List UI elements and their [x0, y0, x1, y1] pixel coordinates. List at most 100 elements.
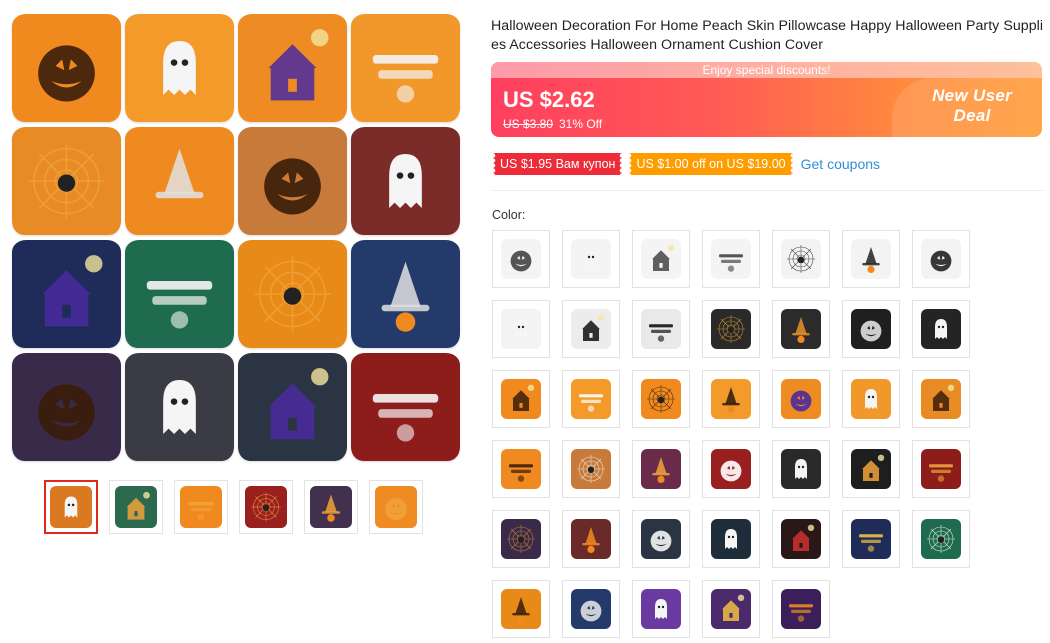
color-swatch-image [571, 519, 611, 559]
color-swatch-11[interactable] [702, 300, 760, 358]
color-swatch-image [851, 239, 891, 279]
color-swatch-21[interactable] [912, 370, 970, 428]
color-swatch-33[interactable] [772, 510, 830, 568]
color-swatch-image [781, 519, 821, 559]
color-swatch-16[interactable] [562, 370, 620, 428]
color-swatch-image [921, 519, 961, 559]
color-swatch-image [501, 239, 541, 279]
color-swatch-image [571, 239, 611, 279]
color-swatch-36[interactable] [492, 580, 550, 638]
color-swatch-grid [492, 230, 972, 638]
thumbnail-5[interactable] [304, 480, 358, 534]
coupon-badge-store[interactable]: US $1.95 Вам купон [493, 153, 623, 175]
color-swatch-14[interactable] [912, 300, 970, 358]
thumbnail-4[interactable] [239, 480, 293, 534]
collage-pillow-castle [12, 240, 121, 348]
color-swatch-8[interactable] [492, 300, 550, 358]
get-coupons-link[interactable]: Get coupons [801, 156, 880, 172]
coupon-row: US $1.95 Вам купон US $1.00 off on US $1… [493, 153, 880, 175]
collage-pillow-pumpkin-face [125, 127, 234, 235]
color-swatch-24[interactable] [632, 440, 690, 498]
color-swatch-13[interactable] [842, 300, 900, 358]
color-swatch-19[interactable] [772, 370, 830, 428]
coupon-badge-threshold[interactable]: US $1.00 off on US $19.00 [629, 153, 793, 175]
current-price: US $2.62 [503, 87, 595, 112]
color-swatch-image [781, 379, 821, 419]
color-swatch-image [781, 449, 821, 489]
color-label: Color: [492, 208, 526, 222]
collage-pillow-hand [125, 353, 234, 461]
color-swatch-image [851, 379, 891, 419]
new-user-deal-badge: New User Deal [932, 86, 1012, 126]
color-swatch-20[interactable] [842, 370, 900, 428]
color-swatch-6[interactable] [842, 230, 900, 288]
color-swatch-image [851, 449, 891, 489]
color-swatch-32[interactable] [702, 510, 760, 568]
color-swatch-26[interactable] [772, 440, 830, 498]
color-swatch-25[interactable] [702, 440, 760, 498]
color-swatch-image [641, 379, 681, 419]
thumbnail-image [245, 486, 287, 528]
color-swatch-15[interactable] [492, 370, 550, 428]
color-swatch-27[interactable] [842, 440, 900, 498]
color-swatch-5[interactable] [772, 230, 830, 288]
color-swatch-31[interactable] [632, 510, 690, 568]
color-swatch-3[interactable] [632, 230, 690, 288]
color-swatch-2[interactable] [562, 230, 620, 288]
collage-pillow-witch-pumpkin [238, 14, 347, 122]
color-swatch-image [571, 309, 611, 349]
color-swatch-image [781, 309, 821, 349]
color-swatch-image [781, 239, 821, 279]
color-swatch-image [711, 519, 751, 559]
color-swatch-30[interactable] [562, 510, 620, 568]
collage-pillow-haunted-house [351, 240, 460, 348]
main-product-image[interactable] [10, 14, 462, 469]
color-swatch-image [711, 589, 751, 629]
color-swatch-10[interactable] [632, 300, 690, 358]
color-swatch-image [641, 309, 681, 349]
color-swatch-image [711, 449, 751, 489]
thumbnail-6[interactable] [369, 480, 423, 534]
color-swatch-1[interactable] [492, 230, 550, 288]
color-swatch-23[interactable] [562, 440, 620, 498]
collage-pillow-ghost-graves [125, 240, 234, 348]
thumbnail-1[interactable] [44, 480, 98, 534]
color-swatch-image [921, 449, 961, 489]
color-swatch-34[interactable] [842, 510, 900, 568]
color-swatch-7[interactable] [912, 230, 970, 288]
color-swatch-18[interactable] [702, 370, 760, 428]
collage-pillow-window [351, 353, 460, 461]
color-swatch-9[interactable] [562, 300, 620, 358]
color-swatch-17[interactable] [632, 370, 690, 428]
thumbnail-3[interactable] [174, 480, 228, 534]
thumbnail-2[interactable] [109, 480, 163, 534]
color-swatch-image [501, 519, 541, 559]
color-swatch-image [501, 449, 541, 489]
color-swatch-40[interactable] [772, 580, 830, 638]
collage-pillow-tree [238, 240, 347, 348]
color-swatch-image [501, 309, 541, 349]
color-swatch-4[interactable] [702, 230, 760, 288]
color-swatch-image [571, 449, 611, 489]
color-swatch-37[interactable] [562, 580, 620, 638]
thumbnail-strip [44, 480, 423, 534]
color-swatch-image [781, 589, 821, 629]
color-swatch-38[interactable] [632, 580, 690, 638]
color-swatch-39[interactable] [702, 580, 760, 638]
color-swatch-image [851, 519, 891, 559]
color-swatch-image [711, 239, 751, 279]
color-swatch-12[interactable] [772, 300, 830, 358]
color-swatch-22[interactable] [492, 440, 550, 498]
color-swatch-28[interactable] [912, 440, 970, 498]
collage-pillow-happy-halloween [351, 127, 460, 235]
color-swatch-image [501, 589, 541, 629]
section-divider [491, 190, 1044, 191]
new-user-badge-line2: Deal [953, 106, 991, 125]
color-swatch-image [711, 309, 751, 349]
color-swatch-29[interactable] [492, 510, 550, 568]
product-title: Halloween Decoration For Home Peach Skin… [491, 18, 1044, 53]
color-swatch-35[interactable] [912, 510, 970, 568]
thumbnail-image [310, 486, 352, 528]
color-swatch-image [641, 589, 681, 629]
thumbnail-image [375, 486, 417, 528]
